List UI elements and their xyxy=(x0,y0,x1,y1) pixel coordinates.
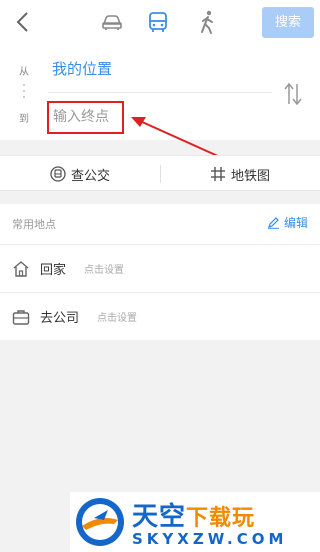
list-item-office[interactable]: 去公司 点击设置 xyxy=(12,307,137,326)
place-hint: 点击设置 xyxy=(84,265,125,276)
action-divider xyxy=(160,165,161,183)
car-icon[interactable] xyxy=(99,9,125,35)
watermark-title-main: 天空 xyxy=(132,502,187,532)
list-item-home[interactable]: 回家 点击设置 xyxy=(12,259,124,278)
bus-circle-icon xyxy=(50,166,66,182)
common-places-title: 常用地点 xyxy=(12,218,56,231)
action-bar: 查公交 地铁图 xyxy=(0,155,320,191)
back-arrow-icon[interactable] xyxy=(12,10,34,34)
field-divider xyxy=(48,92,272,93)
destination-input[interactable]: 输入终点 xyxy=(47,101,124,134)
place-name: 回家 xyxy=(40,263,67,278)
from-label: 从 xyxy=(19,67,29,78)
pencil-icon xyxy=(268,217,279,229)
metro-map-icon xyxy=(211,167,225,181)
transit-query-button[interactable]: 查公交 xyxy=(50,156,110,192)
watermark-title-accent: 下载玩 xyxy=(186,506,256,531)
search-button[interactable]: 搜索 xyxy=(262,7,314,38)
place-name: 去公司 xyxy=(40,311,80,326)
watermark: 天空下载玩 SKYXZW.COM xyxy=(70,492,320,552)
route-header: 搜索 从 到 我的位置 输入终点 xyxy=(0,0,320,140)
watermark-domain: SKYXZW.COM xyxy=(132,530,288,548)
edit-label: 编辑 xyxy=(284,216,309,230)
row-divider xyxy=(0,244,320,245)
metro-map-button[interactable]: 地铁图 xyxy=(210,156,270,192)
briefcase-icon xyxy=(12,309,30,325)
to-label: 到 xyxy=(19,114,29,125)
walk-icon[interactable] xyxy=(195,9,221,35)
swap-icon[interactable] xyxy=(281,80,305,108)
edit-button[interactable]: 编辑 xyxy=(267,214,308,231)
watermark-title: 天空下载玩 xyxy=(132,496,255,533)
bus-icon[interactable] xyxy=(145,9,171,35)
site-logo-icon xyxy=(76,498,124,546)
route-dots xyxy=(22,84,25,100)
common-places-panel: 常用地点 编辑 回家 点击设置 去公司 点击设置 xyxy=(0,204,320,340)
home-icon xyxy=(13,260,29,277)
place-hint: 点击设置 xyxy=(97,313,138,324)
transit-query-label: 查公交 xyxy=(71,168,111,184)
row-divider xyxy=(0,292,320,293)
origin-field[interactable]: 我的位置 xyxy=(52,58,112,79)
metro-map-label: 地铁图 xyxy=(231,168,271,184)
